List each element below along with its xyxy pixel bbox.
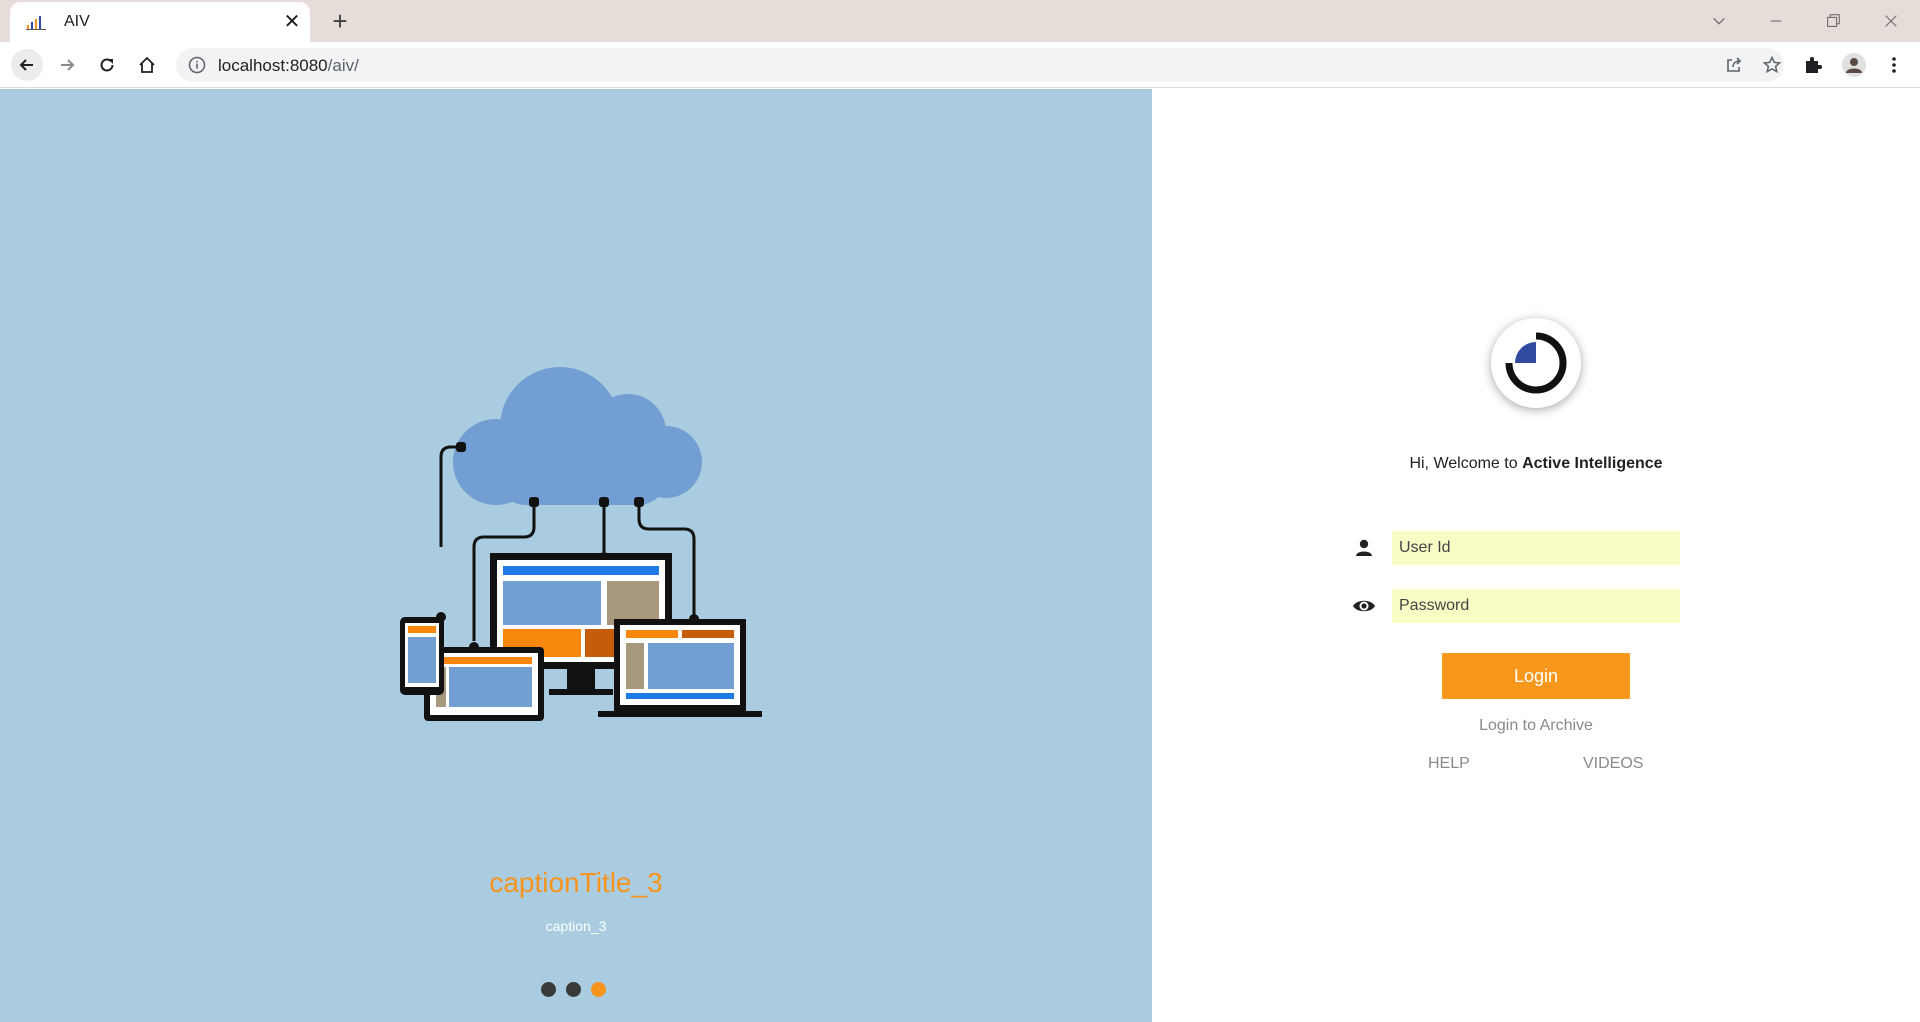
aiv-logo	[1491, 318, 1581, 408]
restore-icon[interactable]	[1818, 6, 1848, 36]
carousel-dot-2[interactable]	[566, 982, 581, 997]
laptop-icon	[598, 619, 762, 717]
info-icon[interactable]	[188, 56, 206, 74]
address-bar[interactable]: localhost:8080/aiv/	[176, 48, 1784, 82]
carousel-indicators	[541, 982, 606, 1000]
person-icon	[1356, 539, 1372, 556]
window-close-icon[interactable]	[1876, 6, 1906, 36]
login-panel: Hi, Welcome to Active Intelligence Login…	[1152, 89, 1920, 1022]
close-icon[interactable]: ✕	[280, 10, 304, 34]
plus-icon[interactable]: +	[326, 7, 354, 35]
chevron-down-icon[interactable]	[1704, 6, 1734, 36]
kebab-menu-icon[interactable]	[1883, 54, 1905, 76]
back-button[interactable]	[11, 49, 43, 81]
url-text[interactable]: localhost:8080/aiv/	[218, 56, 359, 76]
welcome-brand: Active Intelligence	[1522, 455, 1663, 472]
carousel-dot-1[interactable]	[541, 982, 556, 997]
phone-icon	[400, 617, 444, 695]
aiv-logo-icon	[1505, 332, 1567, 394]
arrow-left-icon	[19, 59, 33, 71]
url-path: /aiv/	[327, 56, 359, 75]
reload-button[interactable]	[91, 49, 123, 81]
password-row	[1352, 589, 1692, 623]
forward-button[interactable]	[51, 49, 83, 81]
home-button[interactable]	[131, 49, 163, 81]
welcome-message: Hi, Welcome to Active Intelligence	[1152, 455, 1920, 473]
browser-toolbar: localhost:8080/aiv/	[0, 42, 1920, 88]
eye-icon[interactable]	[1352, 595, 1376, 617]
aiv-chart-icon	[26, 16, 46, 30]
browser-tab[interactable]: AIV ✕	[10, 2, 310, 42]
carousel-caption-title: captionTitle_3	[489, 867, 663, 898]
browser-titlebar: AIV ✕ +	[0, 0, 1920, 42]
puzzle-icon[interactable]	[1802, 54, 1824, 76]
tab-title: AIV	[64, 13, 90, 30]
user-id-input[interactable]	[1392, 531, 1680, 565]
avatar-icon	[1846, 58, 1862, 73]
password-input[interactable]	[1392, 589, 1680, 623]
share-icon[interactable]	[1724, 55, 1744, 75]
carousel-panel: captionTitle_3 caption_3	[0, 89, 1152, 1022]
welcome-prefix: Hi, Welcome to	[1409, 455, 1523, 472]
cloud-icon	[453, 367, 702, 505]
help-link[interactable]: HELP	[1428, 755, 1470, 773]
cloud-devices-illustration	[400, 367, 762, 721]
user-id-row	[1352, 531, 1692, 565]
login-button[interactable]: Login	[1442, 653, 1630, 699]
login-to-archive-link[interactable]: Login to Archive	[1152, 717, 1920, 735]
videos-link[interactable]: VIDEOS	[1583, 755, 1643, 773]
minimize-icon[interactable]	[1761, 6, 1791, 36]
profile-button[interactable]	[1842, 53, 1866, 77]
carousel-caption: caption_3	[545, 918, 607, 934]
page: captionTitle_3 caption_3 Hi, Welcome to …	[0, 89, 1920, 1022]
home-icon	[139, 56, 155, 73]
arrow-right-icon	[61, 59, 75, 71]
carousel-dot-3[interactable]	[591, 982, 606, 997]
star-icon[interactable]	[1762, 55, 1782, 75]
reload-icon	[100, 58, 114, 72]
url-host: localhost:8080	[218, 56, 328, 75]
